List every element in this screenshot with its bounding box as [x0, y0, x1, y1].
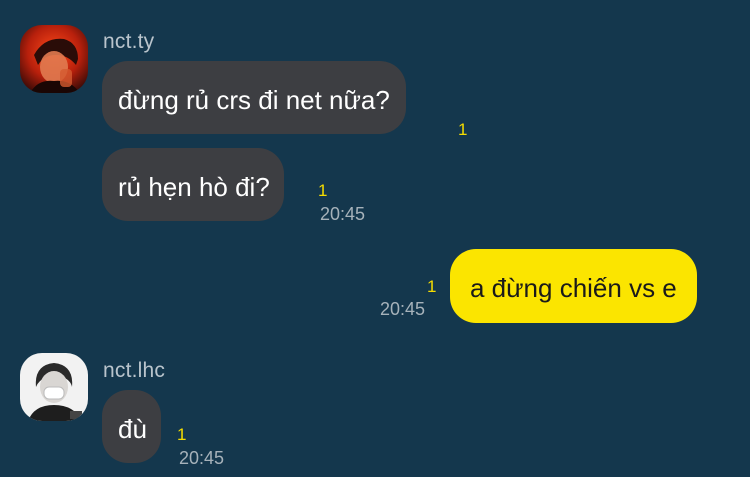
- message-bubble[interactable]: rủ hẹn hò đi?: [102, 148, 284, 221]
- message-text: a đừng chiến vs e: [470, 273, 677, 303]
- sender-name-nct-lhc: nct.lhc: [103, 359, 166, 382]
- message-bubble[interactable]: đừng rủ crs đi net nữa?: [102, 61, 406, 134]
- unread-count: 1: [427, 277, 437, 296]
- message-text: đù: [118, 414, 147, 444]
- unread-count: 1: [177, 425, 187, 444]
- timestamp: 20:45: [179, 448, 225, 468]
- message-text: rủ hẹn hò đi?: [118, 172, 270, 202]
- avatar-nct-ty-image: [20, 25, 88, 93]
- avatar-nct-lhc-image: [20, 353, 88, 421]
- message-text: đừng rủ crs đi net nữa?: [118, 85, 390, 115]
- sender-name-nct-ty: nct.ty: [103, 30, 155, 53]
- message-bubble[interactable]: a đừng chiến vs e: [450, 249, 697, 323]
- timestamp: 20:45: [320, 204, 366, 224]
- unread-count: 1: [458, 120, 468, 139]
- avatar-nct-ty[interactable]: [20, 25, 88, 93]
- timestamp: 20:45: [380, 299, 426, 319]
- message-bubble[interactable]: đù: [102, 390, 161, 463]
- unread-count: 1: [318, 181, 328, 200]
- avatar-nct-lhc[interactable]: [20, 353, 88, 421]
